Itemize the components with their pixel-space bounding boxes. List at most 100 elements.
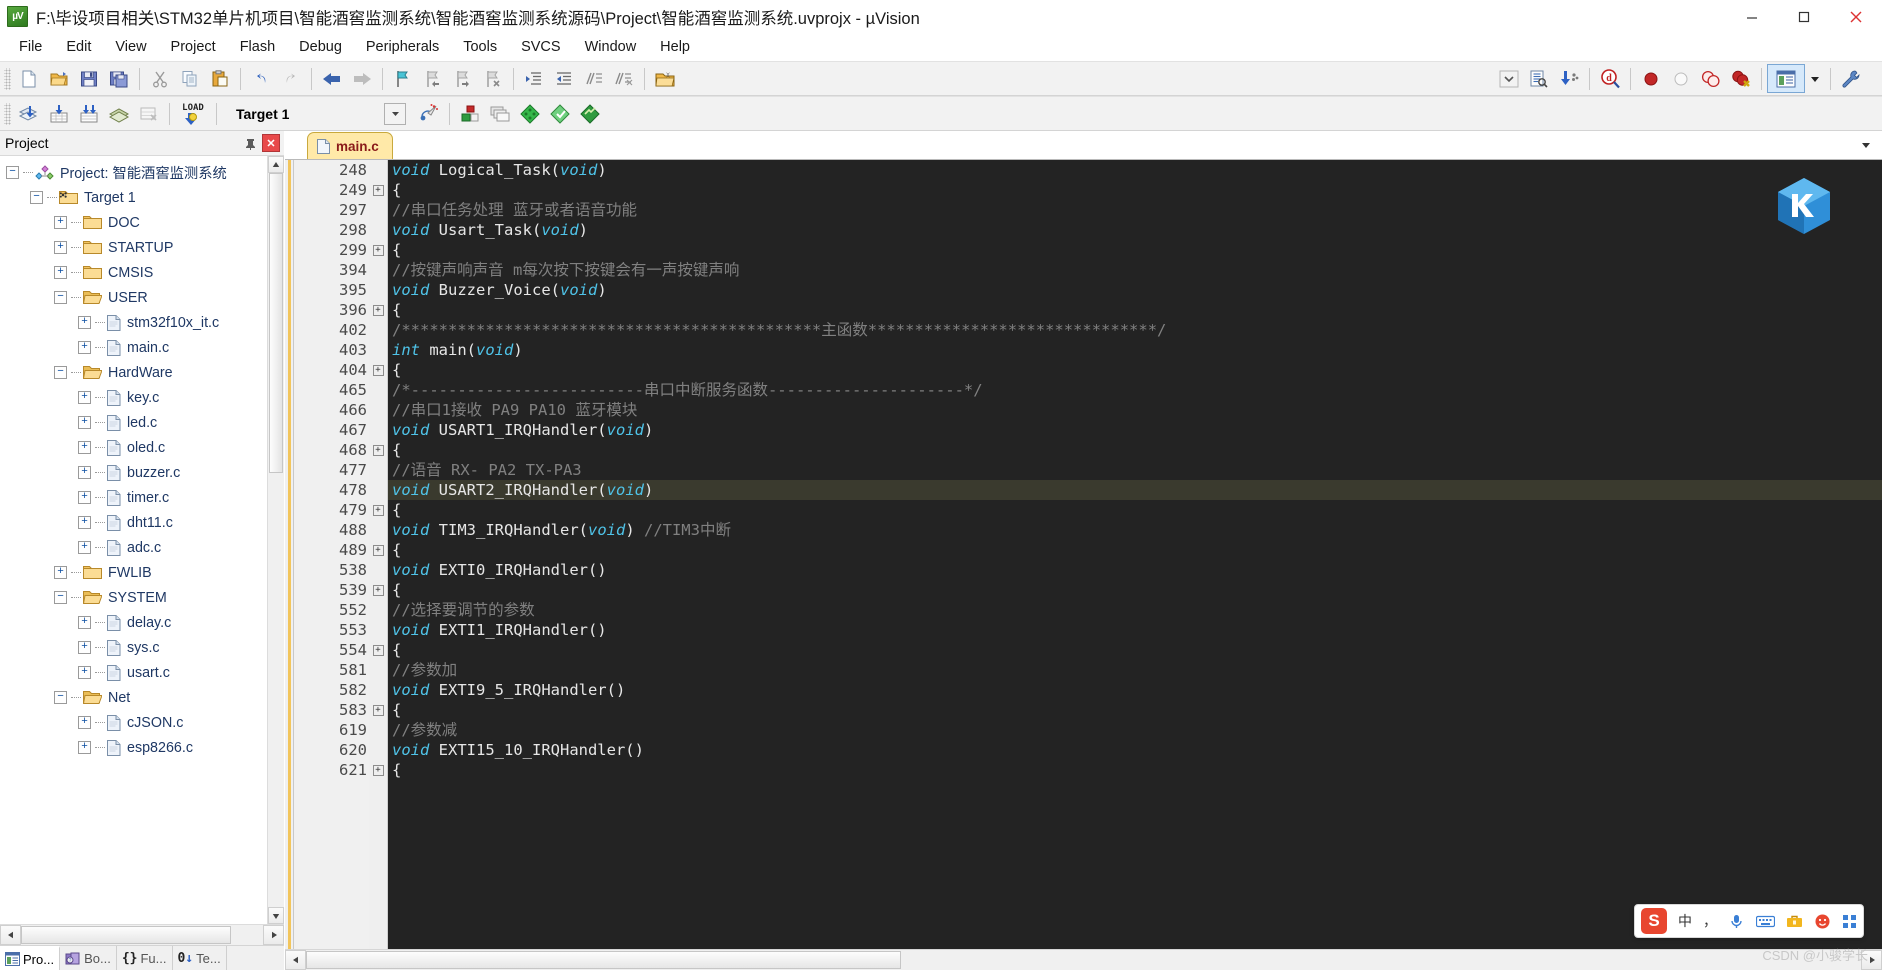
tree-item-target1[interactable]: − Target 1 [0,185,267,210]
download-load-icon[interactable]: LOAD [175,99,211,128]
breakpoint-icon[interactable] [1636,64,1666,93]
open-file-icon[interactable] [44,64,74,93]
expand-toggle[interactable]: + [78,316,91,329]
manage-components-icon[interactable] [455,99,485,128]
code-line[interactable]: void EXTI1_IRQHandler() [388,620,1882,640]
code-line[interactable]: /***************************************… [388,320,1882,340]
source-browse-icon[interactable] [1524,64,1554,93]
tree-item-dht11.c[interactable]: + dht11.c [0,510,267,535]
menu-view[interactable]: View [103,36,158,58]
menu-peripherals[interactable]: Peripherals [354,36,451,58]
tree-item-delay.c[interactable]: + delay.c [0,610,267,635]
scroll-right-arrow[interactable] [263,925,284,945]
code-line[interactable]: void Logical_Task(void) [388,160,1882,180]
find-in-files-icon[interactable] [650,64,680,93]
collapse-toggle[interactable]: − [54,691,67,704]
download-config-icon[interactable] [1554,64,1584,93]
expand-toggle[interactable]: + [78,541,91,554]
code-line[interactable]: { [388,240,1882,260]
minimize-button[interactable] [1726,0,1778,33]
copy-icon[interactable] [175,64,205,93]
editor-horizontal-scrollbar[interactable] [285,949,1882,970]
fold-toggle[interactable]: + [369,440,387,460]
emoji-icon[interactable] [1814,913,1831,930]
code-line[interactable]: { [388,500,1882,520]
code-line[interactable]: { [388,700,1882,720]
tree-item-user[interactable]: − USER [0,285,267,310]
project-tree[interactable]: − Project: 智能酒窖监测系统 − Target 1 + DOC + STARTUP +… [0,156,267,924]
project-horizontal-scrollbar[interactable] [0,924,284,945]
code-line[interactable]: //选择要调节的参数 [388,600,1882,620]
tree-item-net[interactable]: − Net [0,685,267,710]
navigate-back-icon[interactable] [317,64,347,93]
tab-functions[interactable]: {} Fu... [116,946,173,970]
tree-item-sys.c[interactable]: + sys.c [0,635,267,660]
cut-icon[interactable] [145,64,175,93]
code-line[interactable]: { [388,580,1882,600]
menu-edit[interactable]: Edit [54,36,103,58]
expand-toggle[interactable]: + [78,516,91,529]
stop-build-icon[interactable] [134,99,164,128]
tree-item-startup[interactable]: + STARTUP [0,235,267,260]
expand-toggle[interactable]: + [78,716,91,729]
expand-toggle[interactable]: + [78,741,91,754]
scroll-thumb[interactable] [269,173,283,473]
tree-item-cjson.c[interactable]: + cJSON.c [0,710,267,735]
code-line[interactable]: { [388,360,1882,380]
dropdown-arrow-icon[interactable] [1805,64,1825,93]
rebuild-icon[interactable] [74,99,104,128]
undo-icon[interactable] [246,64,276,93]
menu-project[interactable]: Project [159,36,228,58]
svcs-icon[interactable] [575,99,605,128]
toolbar-grip[interactable] [4,67,11,90]
code-line[interactable]: void EXTI0_IRQHandler() [388,560,1882,580]
tree-item-main.c[interactable]: + main.c [0,335,267,360]
target-options-icon[interactable] [414,99,444,128]
expand-toggle[interactable]: + [78,666,91,679]
code-line[interactable]: void Usart_Task(void) [388,220,1882,240]
tree-item-key.c[interactable]: + key.c [0,385,267,410]
toolbar-grip[interactable] [4,102,11,125]
redo-icon[interactable] [276,64,306,93]
new-file-icon[interactable] [14,64,44,93]
expand-toggle[interactable]: + [78,641,91,654]
fold-toggle[interactable]: + [369,500,387,520]
expand-toggle[interactable]: + [78,616,91,629]
batch-build-icon[interactable] [104,99,134,128]
scroll-left-arrow[interactable] [0,925,21,945]
code-line[interactable]: void EXTI9_5_IRQHandler() [388,680,1882,700]
expand-toggle[interactable]: + [54,566,67,579]
tree-item-system[interactable]: − SYSTEM [0,585,267,610]
toolbox-icon[interactable] [1786,914,1803,929]
chevron-down-icon[interactable] [1858,137,1874,153]
bookmark-prev-icon[interactable] [418,64,448,93]
code-line[interactable]: void USART2_IRQHandler(void) [388,480,1882,500]
comment-icon[interactable] [579,64,609,93]
menu-help[interactable]: Help [648,36,702,58]
expand-toggle[interactable]: + [78,391,91,404]
expand-toggle[interactable]: + [78,491,91,504]
collapse-toggle[interactable]: − [30,191,43,204]
code-line[interactable]: //按键声响声音 m每次按下按键会有一声按键声响 [388,260,1882,280]
scroll-track[interactable] [306,950,1861,970]
code-view[interactable]: 248 249 297 298 299 394 395 396 402 403 404 465 466 4… [285,160,1882,949]
menu-flash[interactable]: Flash [228,36,287,58]
menu-file[interactable]: File [7,36,54,58]
code-line[interactable]: //参数减 [388,720,1882,740]
collapse-toggle[interactable]: − [54,291,67,304]
translate-icon[interactable] [14,99,44,128]
tree-item-timer.c[interactable]: + timer.c [0,485,267,510]
tree-item-project[interactable]: − Project: 智能酒窖监测系统 [0,160,267,185]
expand-toggle[interactable]: + [54,266,67,279]
code-line[interactable]: /*-------------------------串口中断服务函数-----… [388,380,1882,400]
project-vertical-scrollbar[interactable] [267,156,284,924]
fold-toggle[interactable]: + [369,300,387,320]
punctuation-mode[interactable]: ， [1703,911,1717,931]
tree-item-fwlib[interactable]: + FWLIB [0,560,267,585]
fold-toggle[interactable]: + [369,240,387,260]
paste-icon[interactable] [205,64,235,93]
code-line[interactable]: int main(void) [388,340,1882,360]
code-line[interactable]: { [388,180,1882,200]
tab-project[interactable]: Pro... [0,946,61,970]
tree-item-hardware[interactable]: − HardWare [0,360,267,385]
